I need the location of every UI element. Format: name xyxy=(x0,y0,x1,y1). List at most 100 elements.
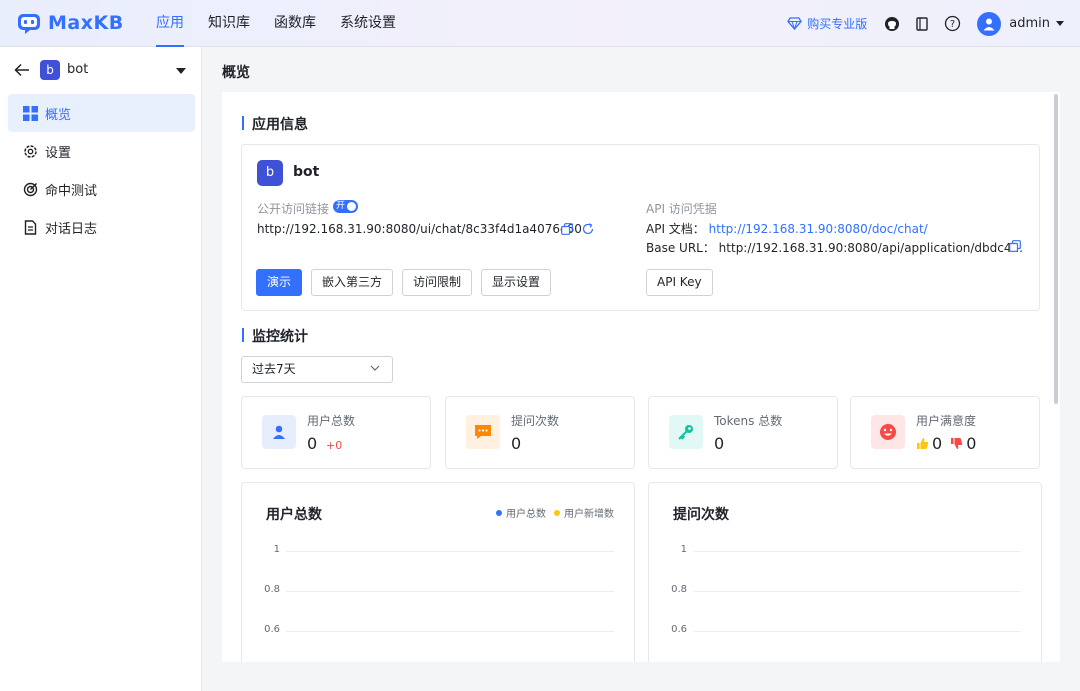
gridline xyxy=(693,591,1021,592)
copy-icon[interactable] xyxy=(1009,240,1021,252)
app-name: bot xyxy=(293,164,320,180)
back-arrow-icon[interactable] xyxy=(14,63,30,77)
public-link-toggle[interactable]: 开 xyxy=(333,200,358,213)
satisfaction-values: 0 0 xyxy=(916,434,976,453)
header-actions: 购买专业版 ? admin xyxy=(787,0,1064,47)
nav-item-functions[interactable]: 函数库 xyxy=(274,0,316,47)
public-link-label: 公开访问链接 xyxy=(257,202,330,216)
base-url-label: Base URL： xyxy=(646,241,715,255)
y-tick-label: 0.8 xyxy=(671,584,687,595)
chevron-down-icon xyxy=(1056,21,1064,26)
nav-item-knowledge[interactable]: 知识库 xyxy=(208,0,250,47)
legend-item[interactable]: 用户总数 xyxy=(496,505,546,520)
y-tick-label: 1 xyxy=(273,544,280,555)
app-avatar: b xyxy=(257,160,283,186)
gridline xyxy=(286,551,614,552)
stat-card-tokens: Tokens 总数 0 xyxy=(648,396,838,469)
user-avatar-icon xyxy=(983,18,995,30)
api-key-button[interactable]: API Key xyxy=(646,269,713,296)
chart-card-users: 用户总数 用户总数 用户新增数 1 0.8 0.6 xyxy=(241,482,635,662)
sidebar-item-overview[interactable]: 概览 xyxy=(8,94,195,132)
stat-label: 用户总数 xyxy=(307,414,356,428)
sidebar-item-label: 设置 xyxy=(45,145,72,161)
app-dropdown-icon[interactable] xyxy=(176,68,186,74)
likes-count: 0 xyxy=(932,434,943,453)
section-title-app-info: 应用信息 xyxy=(242,114,308,134)
maxkb-logo-icon xyxy=(18,14,40,34)
gridline xyxy=(286,631,614,632)
sidebar-item-label: 命中测试 xyxy=(45,183,98,199)
buy-pro-button[interactable]: 购买专业版 xyxy=(787,15,867,32)
avatar xyxy=(977,11,1002,36)
brand-name: MaxKB xyxy=(48,12,124,34)
api-doc-row: API 文档： http://192.168.31.90:8080/doc/ch… xyxy=(646,220,928,237)
sidebar-item-chat-log[interactable]: 对话日志 xyxy=(8,208,195,246)
sidebar-menu: 概览 设置 命中测试 对话日志 xyxy=(8,94,195,246)
username: admin xyxy=(1009,16,1050,31)
document-icon xyxy=(24,219,37,235)
toggle-knob xyxy=(347,202,356,211)
legend-dot xyxy=(554,509,560,516)
sidebar-item-hit-test[interactable]: 命中测试 xyxy=(8,170,195,208)
stat-card-questions: 提问次数 0 xyxy=(445,396,635,469)
y-tick-label: 0.6 xyxy=(671,624,687,635)
smile-icon xyxy=(871,415,905,449)
dislikes-count: 0 xyxy=(966,434,977,453)
api-doc-label: API 文档： xyxy=(646,222,705,236)
stat-label: Tokens 总数 xyxy=(714,414,783,428)
copy-icon[interactable] xyxy=(561,223,573,235)
user-menu[interactable]: admin xyxy=(977,11,1064,36)
user-icon xyxy=(262,415,296,449)
top-bar: MaxKB 应用 知识库 函数库 系统设置 购买专业版 ? admin xyxy=(0,0,1080,47)
gridline xyxy=(693,551,1021,552)
stat-delta: +0 xyxy=(326,439,343,452)
nav-item-settings[interactable]: 系统设置 xyxy=(340,0,396,47)
date-range-value: 过去7天 xyxy=(252,362,296,376)
legend-dot xyxy=(496,509,502,516)
base-url-value: http://192.168.31.90:8080/api/applicatio… xyxy=(718,241,1023,255)
legend-label: 用户新增数 xyxy=(564,509,614,520)
page-title: 概览 xyxy=(222,65,250,81)
api-doc-link[interactable]: http://192.168.31.90:8080/doc/chat/ xyxy=(709,222,928,236)
sidebar-item-settings[interactable]: 设置 xyxy=(8,132,195,170)
section-title-monitor: 监控统计 xyxy=(242,326,308,346)
help-icon[interactable]: ? xyxy=(943,15,961,33)
main-nav: 应用 知识库 函数库 系统设置 xyxy=(156,0,420,47)
demo-button[interactable]: 演示 xyxy=(256,269,303,296)
app-info-card: b bot 公开访问链接 开 http://192.168.31.90:8080… xyxy=(241,144,1040,311)
access-limit-button[interactable]: 访问限制 xyxy=(402,269,473,296)
sidebar-item-label: 概览 xyxy=(45,107,72,123)
overview-panel: 应用信息 b bot 公开访问链接 开 http://192.168.31.90… xyxy=(222,92,1060,662)
thumbs-down-icon xyxy=(951,438,963,449)
embed-third-party-button[interactable]: 嵌入第三方 xyxy=(311,269,394,296)
chart-title: 提问次数 xyxy=(673,507,729,523)
logo[interactable]: MaxKB xyxy=(16,11,124,35)
base-url-row: Base URL： http://192.168.31.90:8080/api/… xyxy=(646,239,1023,256)
diamond-icon xyxy=(787,17,803,30)
legend-label: 用户总数 xyxy=(506,509,546,520)
stat-label: 提问次数 xyxy=(511,414,560,428)
stat-card-users: 用户总数 0 +0 xyxy=(241,396,431,469)
y-tick-label: 0.6 xyxy=(264,624,280,635)
nav-item-apps[interactable]: 应用 xyxy=(156,0,184,47)
refresh-icon[interactable] xyxy=(582,223,594,235)
stat-card-satisfaction: 用户满意度 0 0 xyxy=(850,396,1040,469)
svg-text:?: ? xyxy=(950,19,955,30)
chart-legend: 用户总数 用户新增数 xyxy=(488,505,614,520)
display-settings-button[interactable]: 显示设置 xyxy=(481,269,552,296)
docs-book-icon[interactable] xyxy=(913,15,931,33)
thumbs-up-icon xyxy=(917,438,929,449)
legend-item[interactable]: 用户新增数 xyxy=(554,505,614,520)
chat-icon xyxy=(466,415,500,449)
github-icon[interactable] xyxy=(883,15,901,33)
y-tick-label: 0.8 xyxy=(264,584,280,595)
scrollbar[interactable] xyxy=(1054,94,1058,404)
stat-value: 0 xyxy=(714,434,725,453)
grid-icon xyxy=(23,105,38,121)
date-range-select[interactable]: 过去7天 xyxy=(241,356,393,383)
gridline xyxy=(286,591,614,592)
target-icon xyxy=(23,182,38,196)
chevron-down-icon xyxy=(370,365,380,371)
buy-pro-label: 购买专业版 xyxy=(807,17,868,31)
toggle-label: 开 xyxy=(336,201,346,211)
